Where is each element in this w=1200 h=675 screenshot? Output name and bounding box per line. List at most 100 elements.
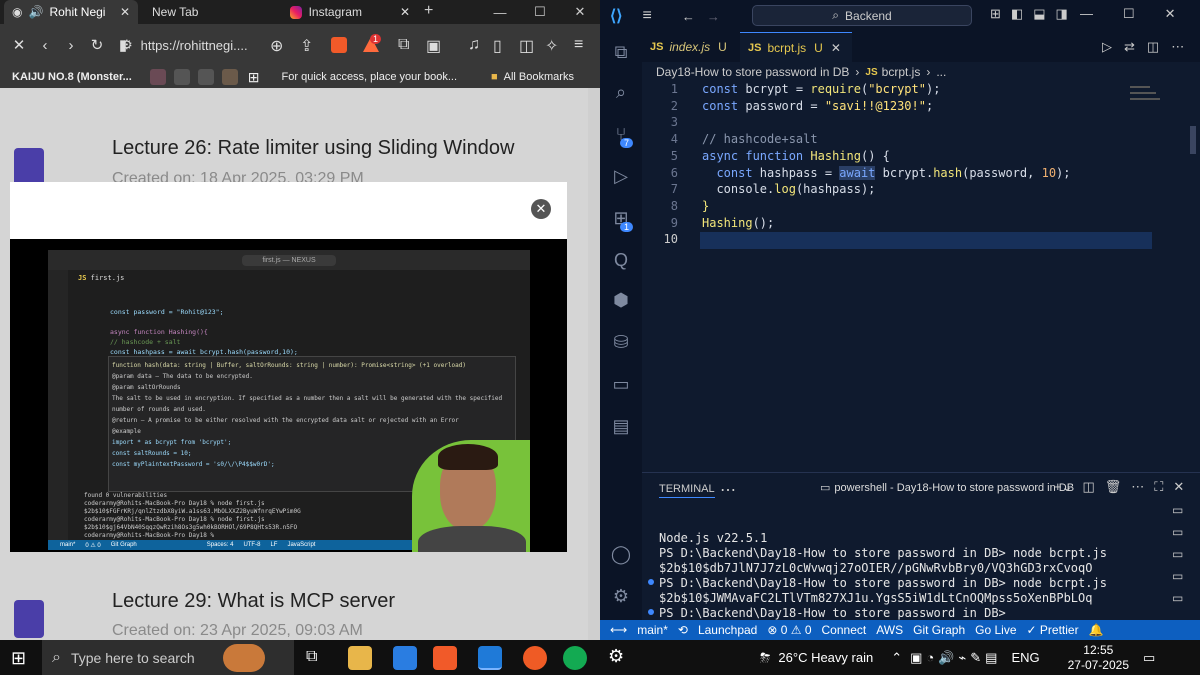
aws-status[interactable]: AWS — [876, 623, 903, 637]
breadcrumb-file[interactable]: bcrpt.js — [882, 65, 921, 79]
brave-shield-icon[interactable] — [331, 37, 347, 53]
branch-status[interactable]: main* — [637, 623, 668, 637]
bookmark-favicon[interactable] — [173, 69, 190, 85]
terminal-instance-icon[interactable]: ▭ — [1172, 569, 1183, 583]
quokka-icon[interactable]: Q — [610, 250, 632, 272]
new-tab-button[interactable]: + — [424, 2, 433, 20]
git-graph-status[interactable]: Git Graph — [913, 623, 965, 637]
close-window-button[interactable]: ✕ — [1165, 6, 1176, 22]
terminal-instance-icon[interactable]: ▭ — [1172, 547, 1183, 561]
sync-icon[interactable]: ⟲ — [678, 623, 688, 637]
close-panel-icon[interactable]: ✕ — [1173, 479, 1184, 495]
breadcrumb-symbol[interactable]: ... — [936, 65, 946, 79]
share-icon[interactable]: ⇪ — [300, 36, 313, 56]
forward-icon[interactable]: → — [707, 9, 720, 24]
bookmark-favicon[interactable] — [221, 69, 238, 85]
maximize-button[interactable]: ☐ — [1123, 6, 1135, 22]
sidebar-icon[interactable]: ▯ — [493, 36, 502, 56]
new-terminal-icon[interactable]: +⌄ — [1054, 479, 1072, 495]
more-icon[interactable]: ⋯ — [720, 480, 736, 500]
bookmark-item[interactable]: KAIJU NO.8 (Monster... — [12, 71, 132, 83]
menu-icon[interactable]: ≡ — [642, 7, 651, 25]
tab-index-js[interactable]: JS index.js U — [642, 32, 740, 62]
all-bookmarks-link[interactable]: All Bookmarks — [504, 71, 574, 83]
terminal-tab[interactable]: TERMINAL — [659, 483, 715, 498]
apps-grid-icon[interactable]: ⊞ — [248, 69, 260, 86]
database-icon[interactable]: ⛁ — [610, 332, 632, 354]
minimap[interactable] — [1130, 82, 1180, 112]
prettier-status[interactable]: ✓ Prettier — [1027, 623, 1079, 637]
bookmark-favicon[interactable] — [149, 69, 166, 85]
wallet-icon[interactable]: ◫ — [519, 36, 534, 56]
split-editor-icon[interactable]: ◫ — [1147, 39, 1159, 55]
settings-gear-icon[interactable]: ⚙ — [610, 586, 632, 608]
lecture-title[interactable]: Lecture 29: What is MCP server — [112, 590, 395, 613]
brave-icon[interactable] — [433, 646, 457, 670]
terminal-instance-icon[interactable]: ▭ — [1172, 525, 1183, 539]
reload-icon[interactable]: ↻ — [84, 36, 110, 54]
go-live-status[interactable]: Go Live — [975, 623, 1016, 637]
code-editor[interactable]: 1 2 3 4 5 6 7 8 9 10 const bcrypt = requ… — [642, 82, 1188, 470]
bookmark-favicon[interactable] — [197, 69, 214, 85]
site-settings-icon[interactable]: ⚙ — [121, 37, 133, 53]
terminal-shell-selector[interactable]: ▭ powershell - Day18-How to store passwo… — [820, 481, 1074, 495]
more-icon[interactable]: ⋯ — [1131, 479, 1144, 495]
toggle-panel-icon[interactable]: ⬓ — [1033, 6, 1045, 22]
run-icon[interactable]: ▷ — [1102, 39, 1112, 55]
customize-layout-icon[interactable]: ⊞ — [990, 6, 1001, 22]
tray-chevron-icon[interactable]: ⌃ — [891, 650, 902, 666]
tab-bcrpt-js[interactable]: JS bcrpt.js U ✕ — [740, 32, 852, 62]
split-terminal-icon[interactable]: ◫ — [1082, 479, 1094, 495]
windows-start-icon[interactable]: ⊞ — [11, 648, 26, 669]
breadcrumb-folder[interactable]: Day18-How to store password in DB — [656, 65, 849, 79]
minimize-button[interactable]: — — [1080, 6, 1093, 22]
postman-icon[interactable] — [523, 646, 547, 670]
forward-icon[interactable]: › — [58, 37, 84, 54]
vscode-taskbar-icon[interactable] — [478, 646, 502, 670]
zoom-icon[interactable]: ⊕ — [270, 36, 283, 56]
maximize-panel-icon[interactable]: ⛶ — [1154, 479, 1163, 495]
accounts-icon[interactable]: ◯ — [610, 544, 632, 566]
search-icon[interactable]: ⌕ — [610, 82, 632, 104]
weather-text[interactable]: 26°C Heavy rain — [778, 650, 873, 665]
language-indicator[interactable]: ENG — [1011, 650, 1039, 665]
file-explorer-icon[interactable] — [348, 646, 372, 670]
close-tab-button[interactable]: ✕ — [400, 5, 410, 19]
terminal-instance-icon[interactable]: ▭ — [1172, 591, 1183, 605]
python-icon[interactable]: ⬢ — [610, 290, 632, 312]
remote-icon[interactable]: ⟷ — [610, 623, 627, 637]
back-icon[interactable]: ← — [682, 9, 695, 24]
problems-status[interactable]: ⊗ 0 ⚠ 0 — [767, 623, 811, 637]
maximize-button[interactable]: ☐ — [520, 4, 560, 20]
notification-icon[interactable]: ▭ — [1143, 650, 1155, 666]
weather-icon[interactable]: ⛈ — [760, 650, 770, 666]
back-icon[interactable]: ‹ — [32, 37, 58, 54]
mongodb-compass-icon[interactable] — [563, 646, 587, 670]
minimize-button[interactable]: — — [480, 5, 520, 20]
address-bar[interactable]: ⚙ https://rohittnegi.... — [115, 32, 270, 58]
docker-icon[interactable]: ▤ — [610, 416, 632, 438]
menu-icon[interactable]: ≡ — [574, 36, 583, 54]
extensions-icon[interactable]: ⧉ — [398, 36, 409, 54]
trash-icon[interactable]: 🗑 — [1105, 479, 1122, 495]
settings-gear-icon[interactable]: ⚙ — [608, 646, 624, 667]
connect-status[interactable]: Connect — [822, 623, 867, 637]
clock[interactable]: 12:55 27-07-2025 — [1068, 643, 1129, 673]
lecture-title[interactable]: Lecture 26: Rate limiter using Sliding W… — [112, 137, 514, 160]
launchpad-status[interactable]: Launchpad — [698, 623, 757, 637]
toggle-sidebar-icon[interactable]: ◧ — [1011, 6, 1023, 22]
compare-icon[interactable]: ⇄ — [1124, 39, 1135, 55]
command-center-search[interactable]: ⌕ Backend — [752, 5, 972, 26]
remote-explorer-icon[interactable]: ▭ — [610, 374, 632, 396]
screenshot-icon[interactable]: ▣ — [426, 36, 441, 56]
notifications-icon[interactable]: 🔔 — [1089, 623, 1104, 637]
close-tab-button[interactable]: ✕ — [831, 41, 841, 55]
tab-rohit-negi[interactable]: ◉ 🔊 Rohit Negi ✕ — [4, 0, 138, 24]
terminal-instance-icon[interactable]: ▭ — [1172, 503, 1183, 517]
task-view-icon[interactable]: ⧉ — [306, 648, 317, 666]
tray-icons[interactable]: ▣◔🔊⌁✎▤ — [910, 650, 1001, 666]
explorer-icon[interactable]: ⧉ — [610, 42, 632, 64]
page-scrollbar[interactable] — [588, 88, 600, 640]
remote-desktop-icon[interactable] — [393, 646, 417, 670]
editor-scrollbar[interactable] — [1190, 126, 1196, 154]
